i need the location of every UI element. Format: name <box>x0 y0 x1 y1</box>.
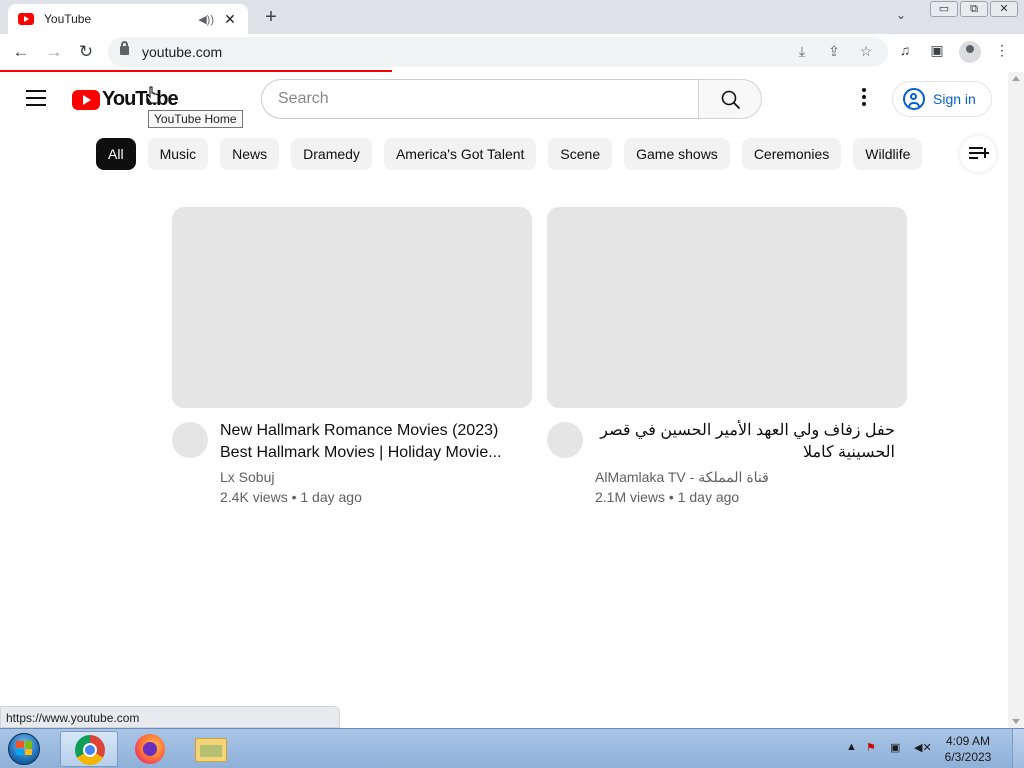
youtube-play-icon <box>72 89 100 110</box>
chip-news[interactable]: News <box>220 138 280 170</box>
scroll-down-arrow-icon[interactable] <box>1012 719 1020 724</box>
vertical-scrollbar[interactable] <box>1008 72 1024 728</box>
search-input[interactable] <box>262 80 699 118</box>
chip-bar-fade <box>930 138 960 170</box>
lock-icon[interactable] <box>120 41 129 55</box>
chip-music[interactable]: Music <box>147 138 209 170</box>
link-status-bubble: https://www.youtube.com <box>0 706 340 728</box>
search-button[interactable] <box>698 79 762 119</box>
youtube-page: YouTube Sign in All Music News Dramedy Ameri… <box>0 72 1008 728</box>
scroll-up-arrow-icon[interactable] <box>1012 76 1020 81</box>
sign-in-button[interactable]: Sign in <box>892 81 992 117</box>
logo-tooltip: YouTube Home <box>148 110 243 128</box>
clock-date: 6/3/2023 <box>944 750 992 764</box>
tab-title: YouTube <box>44 12 92 26</box>
chip-ceremonies[interactable]: Ceremonies <box>741 138 842 170</box>
minimize-button[interactable]: ▭ <box>930 1 958 17</box>
browser-toolbar: ← → ↻ youtube.com ⤓ ⇪ ☆ ♫ ▣ ⋮ <box>0 34 1024 70</box>
chip-wildlife[interactable]: Wildlife <box>853 138 923 170</box>
guide-menu-icon[interactable] <box>26 90 46 106</box>
video-card[interactable]: New Hallmark Romance Movies (2023) Best … <box>172 207 532 510</box>
hand-cursor-icon <box>146 86 159 104</box>
start-button[interactable] <box>4 731 44 767</box>
youtube-favicon-icon <box>18 13 34 25</box>
volume-muted-icon[interactable]: ◀✕ <box>914 741 932 754</box>
reload-button[interactable]: ↻ <box>74 40 98 64</box>
side-panel-icon[interactable]: ▣ <box>927 42 947 59</box>
video-title[interactable]: حفل زفاف ولي العهد الأمير الحسين في قصر … <box>595 420 895 464</box>
video-card[interactable]: حفل زفاف ولي العهد الأمير الحسين في قصر … <box>547 207 907 510</box>
show-hidden-icons-icon[interactable]: ▲ <box>846 741 857 753</box>
chrome-menu-icon[interactable]: ⋮ <box>992 42 1012 59</box>
bookmark-star-icon[interactable]: ☆ <box>856 43 876 60</box>
youtube-logo-text: YouTube <box>102 88 179 110</box>
account-circle-icon <box>903 88 925 110</box>
channel-name[interactable]: Lx Sobuj <box>220 469 274 485</box>
windows-taskbar: ▲ ⚑ ▣ ◀✕ 4:09 AM 6/3/2023 <box>0 728 1024 768</box>
url-text[interactable]: youtube.com <box>142 44 222 60</box>
settings-more-icon[interactable] <box>854 88 874 110</box>
action-center-flag-icon[interactable]: ⚑ <box>866 741 876 754</box>
chip-bar: All Music News Dramedy America's Got Talent S… <box>96 138 934 170</box>
channel-name[interactable]: AlMamlaka TV - قناة المملكة <box>595 469 769 486</box>
chrome-icon <box>75 735 105 765</box>
system-tray: ▲ ⚑ ▣ ◀✕ 4:09 AM 6/3/2023 <box>840 729 1024 768</box>
browser-tab[interactable]: YouTube ◀)) ✕ <box>8 4 248 34</box>
video-stats: 2.1M views • 1 day ago <box>595 489 740 505</box>
channel-avatar[interactable] <box>172 422 208 458</box>
show-desktop-button[interactable] <box>1012 729 1024 768</box>
address-bar[interactable]: youtube.com ⤓ ⇪ ☆ <box>108 37 888 67</box>
chip-all[interactable]: All <box>96 138 136 170</box>
taskbar-firefox[interactable] <box>121 731 179 767</box>
restore-button[interactable]: ⧉ <box>960 1 988 17</box>
windows-flag-icon <box>16 741 32 755</box>
channel-avatar[interactable] <box>547 422 583 458</box>
youtube-logo[interactable]: YouTube <box>72 88 179 111</box>
new-tab-button[interactable]: + <box>260 6 282 29</box>
chip-game-shows[interactable]: Game shows <box>624 138 730 170</box>
chip-scene[interactable]: Scene <box>548 138 613 170</box>
sign-in-label: Sign in <box>933 91 976 107</box>
video-thumbnail[interactable] <box>547 207 907 408</box>
video-thumbnail[interactable] <box>172 207 532 408</box>
share-icon[interactable]: ⇪ <box>824 43 844 60</box>
playlist-add-icon[interactable] <box>960 136 996 172</box>
tab-close-icon[interactable]: ✕ <box>222 11 238 28</box>
tab-strip: YouTube ◀)) ✕ + ⌄ ▭ ⧉ ✕ <box>0 0 1024 34</box>
video-stats: 2.4K views • 1 day ago <box>220 489 362 505</box>
media-controls-icon[interactable]: ♫ <box>895 42 915 58</box>
clock-time: 4:09 AM <box>945 734 991 748</box>
close-window-button[interactable]: ✕ <box>990 1 1018 17</box>
search-box[interactable] <box>261 79 699 119</box>
window-controls: ▭ ⧉ ✕ <box>928 1 1018 17</box>
firefox-icon <box>135 734 165 764</box>
profile-avatar-icon[interactable] <box>959 41 981 63</box>
video-title[interactable]: New Hallmark Romance Movies (2023) Best … <box>220 420 520 464</box>
speaker-icon[interactable]: ◀)) <box>198 13 214 26</box>
install-app-icon[interactable]: ⤓ <box>792 43 812 60</box>
taskbar-file-explorer[interactable] <box>182 731 240 767</box>
taskbar-chrome[interactable] <box>60 731 118 767</box>
network-icon[interactable]: ▣ <box>890 741 900 754</box>
search-icon <box>721 90 741 110</box>
chip-dramedy[interactable]: Dramedy <box>291 138 372 170</box>
tab-search-chevron-icon[interactable]: ⌄ <box>896 8 906 22</box>
forward-button[interactable]: → <box>42 40 66 64</box>
back-button[interactable]: ← <box>9 40 33 64</box>
clock[interactable]: 4:09 AM 6/3/2023 <box>938 733 998 765</box>
chip-america-s-got-talent[interactable]: America's Got Talent <box>383 138 537 170</box>
file-explorer-icon <box>195 738 227 762</box>
